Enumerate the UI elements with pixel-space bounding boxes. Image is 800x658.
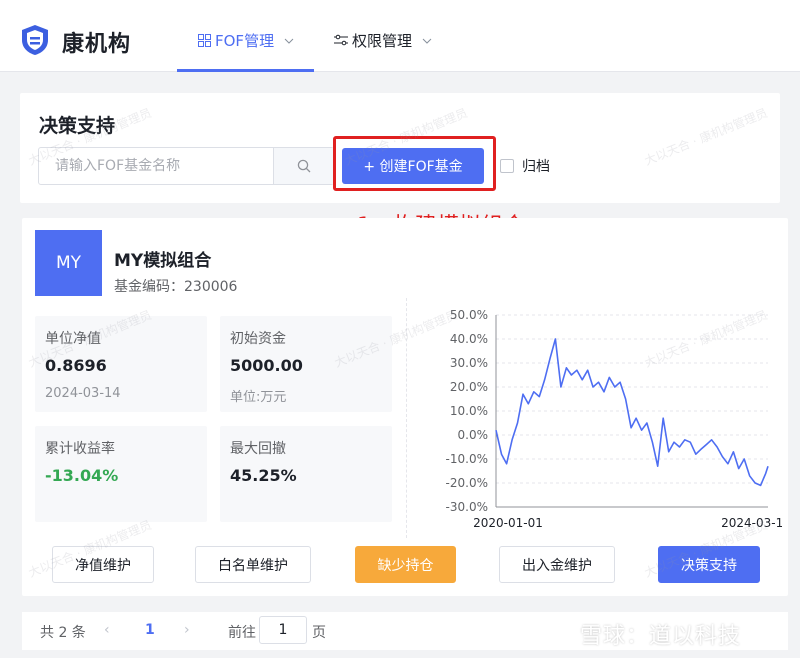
stat-label: 初始资金	[230, 331, 286, 347]
stat-label: 最大回撤	[230, 441, 286, 457]
nav-label: 权限管理	[352, 32, 413, 50]
series-line	[495, 338, 769, 487]
stat-label: 单位净值	[45, 331, 101, 347]
nav-active-underline	[177, 69, 314, 72]
stat-note: 单位:万元	[230, 390, 287, 405]
y-tick-label: -20.0%	[446, 476, 488, 490]
card-divider	[406, 298, 407, 538]
decision-support-panel: 决策支持 + 创建FOF基金 归档	[20, 93, 780, 203]
search-box	[38, 147, 334, 185]
fund-code: 基金编码：230006	[114, 279, 238, 295]
decision-support-button[interactable]: 决策支持	[658, 546, 760, 583]
chevron-down-icon	[422, 38, 432, 44]
fund-avatar: MY	[35, 230, 102, 296]
top-header: 康机构 FOF管理 权限管理	[0, 0, 800, 72]
nav-label: FOF管理	[215, 32, 275, 50]
search-input[interactable]	[39, 148, 273, 184]
brand-name: 康机构	[62, 32, 132, 57]
page-unit-label: 页	[312, 625, 326, 641]
create-fof-button[interactable]: + 创建FOF基金	[342, 148, 484, 184]
stat-value: 5000.00	[230, 356, 303, 375]
stat-initial-capital: 初始资金 5000.00 单位:万元	[220, 316, 392, 412]
archive-checkbox[interactable]: 归档	[500, 156, 550, 176]
shield-logo-icon	[22, 25, 48, 55]
y-tick-label: -30.0%	[446, 500, 488, 514]
checkbox-box[interactable]	[500, 159, 514, 173]
source-brandmark-text: 雪球：道以科技	[580, 624, 742, 649]
grid-icon	[198, 34, 211, 47]
stat-value: -13.04%	[45, 466, 119, 485]
stat-value: 0.8696	[45, 356, 107, 375]
page-number[interactable]: 1	[145, 622, 155, 638]
y-tick-label: -10.0%	[446, 452, 488, 466]
search-button[interactable]	[273, 148, 333, 184]
stat-note: 2024-03-14	[45, 386, 121, 401]
stat-max-drawdown: 最大回撤 45.25%	[220, 426, 392, 522]
chevron-down-icon	[284, 38, 294, 44]
x-tick-label: 2024-03-14	[721, 516, 782, 530]
cash-flow-maintenance-button[interactable]: 出入金维护	[499, 546, 615, 583]
archive-label: 归档	[522, 159, 550, 175]
sliders-icon	[334, 34, 348, 46]
return-chart: 50.0% 40.0% 30.0% 20.0% 10.0% 0.0% -10.0% -20.0…	[446, 308, 782, 530]
nav-permission-management[interactable]: 权限管理	[334, 30, 432, 51]
stat-cumulative-return: 累计收益率 -13.04%	[35, 426, 207, 522]
page-title: 决策支持	[39, 115, 116, 137]
missing-holdings-button[interactable]: 缺少持仓	[355, 546, 456, 583]
whitelist-maintenance-button[interactable]: 白名单维护	[195, 546, 311, 583]
x-tick-label: 2020-01-01	[473, 516, 543, 530]
y-tick-label: 0.0%	[458, 428, 489, 442]
y-tick-label: 40.0%	[450, 332, 488, 346]
stat-label: 累计收益率	[45, 441, 115, 457]
y-tick-label: 50.0%	[450, 308, 488, 322]
y-tick-label: 20.0%	[450, 380, 488, 394]
y-tick-label: 10.0%	[450, 404, 488, 418]
stat-unit-nav: 单位净值 0.8696 2024-03-14	[35, 316, 207, 412]
prev-page-icon[interactable]: ‹	[104, 622, 110, 638]
nav-maintenance-button[interactable]: 净值维护	[52, 546, 154, 583]
y-tick-label: 30.0%	[450, 356, 488, 370]
source-brandmark: 雪球：道以科技	[580, 618, 741, 650]
stat-value: 45.25%	[230, 466, 297, 485]
nav-fof-management[interactable]: FOF管理	[198, 30, 294, 51]
goto-label: 前往	[228, 625, 256, 641]
fund-card: MY MY模拟组合 基金编码：230006 单位净值 0.8696 2024-0…	[22, 218, 788, 596]
next-page-icon[interactable]: ›	[184, 622, 190, 638]
fund-name[interactable]: MY模拟组合	[114, 246, 211, 271]
search-icon	[297, 159, 310, 173]
pagination-total: 共 2 条	[40, 625, 86, 641]
goto-page-input[interactable]	[259, 616, 307, 644]
